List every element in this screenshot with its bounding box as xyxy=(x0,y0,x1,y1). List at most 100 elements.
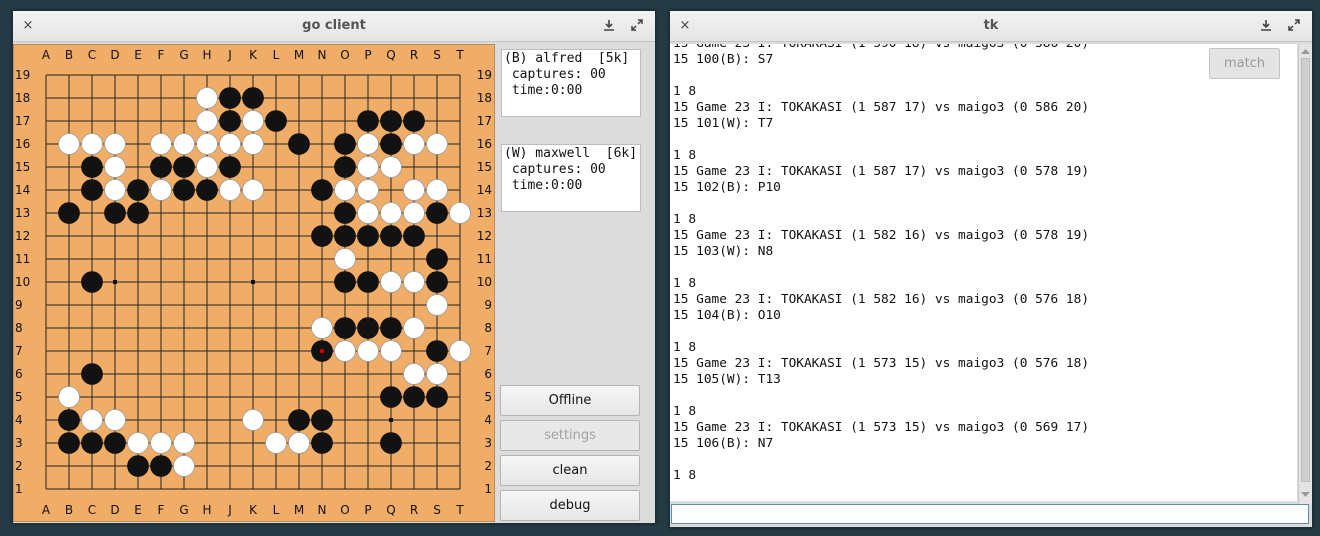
console-output[interactable]: 15 Game 23 I: TOKAKASI (1 590 18) vs mai… xyxy=(670,44,1297,501)
scrollbar-thumb[interactable] xyxy=(1301,58,1310,482)
coordinate-label: 13 xyxy=(477,206,492,220)
white-stone xyxy=(104,133,126,155)
go-board[interactable]: AABBCCDDEEFFGGHHJJKKLLMMNNOOPPQQRRSSTT19… xyxy=(13,44,495,522)
coordinate-label: A xyxy=(42,503,51,517)
command-input[interactable] xyxy=(671,504,1309,524)
white-stone xyxy=(380,340,402,362)
coordinate-label: P xyxy=(364,503,371,517)
black-stone xyxy=(311,409,333,431)
black-stone xyxy=(380,386,402,408)
white-stone xyxy=(334,340,356,362)
debug-button[interactable]: debug xyxy=(500,490,640,521)
coordinate-label: 15 xyxy=(15,160,30,174)
match-button[interactable]: match xyxy=(1209,48,1280,79)
coordinate-label: S xyxy=(433,48,441,62)
coordinate-label: 18 xyxy=(477,91,492,105)
coordinate-label: J xyxy=(227,503,232,517)
white-stone xyxy=(196,133,218,155)
coordinate-label: 11 xyxy=(15,252,30,266)
coordinate-label: 3 xyxy=(15,436,23,450)
white-stone xyxy=(357,340,379,362)
coordinate-label: F xyxy=(158,503,165,517)
white-stone xyxy=(150,179,172,201)
white-stone xyxy=(81,409,103,431)
black-stone xyxy=(104,432,126,454)
window-title: tk xyxy=(983,18,999,33)
coordinate-label: 17 xyxy=(477,114,492,128)
black-stone xyxy=(58,202,80,224)
coordinate-label: 1 xyxy=(15,482,23,496)
black-stone xyxy=(58,409,80,431)
coordinate-label: 17 xyxy=(15,114,30,128)
white-stone xyxy=(219,179,241,201)
coordinate-label: 7 xyxy=(484,344,492,358)
maximize-icon[interactable] xyxy=(628,17,646,35)
white-stone xyxy=(265,432,287,454)
last-move-marker xyxy=(319,348,325,354)
black-stone xyxy=(173,179,195,201)
maximize-icon[interactable] xyxy=(1285,17,1303,35)
coordinate-label: N xyxy=(318,503,327,517)
black-stone xyxy=(81,432,103,454)
download-icon[interactable] xyxy=(1257,17,1275,35)
black-stone xyxy=(334,317,356,339)
white-stone xyxy=(357,179,379,201)
coordinate-label: L xyxy=(273,503,280,517)
white-stone xyxy=(380,271,402,293)
coordinate-label: 19 xyxy=(15,68,30,82)
white-stone xyxy=(242,133,264,155)
coordinate-label: G xyxy=(179,48,188,62)
white-stone xyxy=(403,179,425,201)
black-stone xyxy=(242,87,264,109)
black-stone xyxy=(127,455,149,477)
coordinate-label: Q xyxy=(386,48,395,62)
black-stone xyxy=(173,156,195,178)
white-player-panel: (W) maxwell [6k] captures: 00 time:0:00 xyxy=(501,144,641,212)
white-stone xyxy=(288,432,310,454)
black-stone xyxy=(311,225,333,247)
clean-button[interactable]: clean xyxy=(500,455,640,486)
coordinate-label: 9 xyxy=(15,298,23,312)
coordinate-label: D xyxy=(110,503,119,517)
white-stone xyxy=(357,156,379,178)
offline-button[interactable]: Offline xyxy=(500,385,640,416)
go-client-window: × go client AABBCCDDEEFFGGHHJJKKLLMMNNOO… xyxy=(12,10,656,524)
black-player-captures: captures: 00 xyxy=(504,67,606,82)
black-stone xyxy=(357,317,379,339)
coordinate-label: 16 xyxy=(15,137,30,151)
coordinate-label: H xyxy=(202,503,211,517)
white-stone xyxy=(173,432,195,454)
coordinate-label: 10 xyxy=(477,275,492,289)
black-player-name: (B) alfred [5k] xyxy=(504,51,630,66)
coordinate-label: 14 xyxy=(477,183,492,197)
coordinate-label: 2 xyxy=(484,459,492,473)
black-stone xyxy=(403,386,425,408)
coordinate-label: B xyxy=(65,503,73,517)
star-point xyxy=(389,418,393,422)
coordinate-label: 6 xyxy=(484,367,492,381)
coordinate-label: 5 xyxy=(484,390,492,404)
coordinate-label: 4 xyxy=(15,413,23,427)
white-stone xyxy=(127,432,149,454)
black-stone xyxy=(81,271,103,293)
coordinate-label: 12 xyxy=(15,229,30,243)
white-stone xyxy=(403,271,425,293)
black-player-time: time:0:00 xyxy=(504,83,583,98)
coordinate-label: J xyxy=(227,48,232,62)
console-scrollbar[interactable] xyxy=(1298,44,1312,504)
white-stone xyxy=(334,179,356,201)
white-stone xyxy=(426,179,448,201)
coordinate-label: 19 xyxy=(477,68,492,82)
black-stone xyxy=(219,156,241,178)
settings-button[interactable]: settings xyxy=(500,420,640,451)
black-stone xyxy=(426,202,448,224)
coordinate-label: P xyxy=(364,48,371,62)
scroll-down-icon[interactable] xyxy=(1300,489,1311,500)
coordinate-label: 14 xyxy=(15,183,30,197)
download-icon[interactable] xyxy=(600,17,618,35)
scroll-up-icon[interactable] xyxy=(1300,46,1311,57)
black-stone xyxy=(334,133,356,155)
coordinate-label: 10 xyxy=(15,275,30,289)
coordinate-label: S xyxy=(433,503,441,517)
white-stone xyxy=(173,455,195,477)
